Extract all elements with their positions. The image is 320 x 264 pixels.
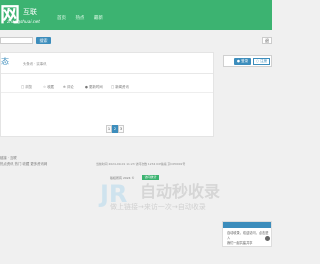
main-nav: 首页 热点 最新 (57, 15, 111, 21)
popup-header (223, 222, 271, 228)
auth-box: ● 登录 ○ 注册 (223, 55, 272, 67)
watermark-slogan: 做上链接→来访一次→自动收录 (110, 203, 206, 211)
meta-row: □ 浏览 ☆ 收藏 ⊕ 评论 ● 更新时间 □ 新闻资讯 (1, 84, 213, 90)
watermark: JR 自动秒收录 做上链接→来访一次→自动收录 (100, 180, 260, 220)
nav-item-home[interactable]: 首页 (57, 16, 66, 21)
meta-favorites[interactable]: ☆ 收藏 (43, 84, 54, 89)
panel-title: 态 (1, 57, 9, 66)
nav-item-hot[interactable]: 热点 (75, 16, 84, 21)
close-icon[interactable] (265, 236, 270, 241)
footer-links[interactable]: 热点资讯 热门 收藏 更多资讯网 (0, 161, 47, 166)
footer-meta: 当前时间 2024-09-01 11:23 访问次数 1234 ICP备案 京I… (96, 162, 186, 166)
meta-news[interactable]: □ 新闻资讯 (111, 84, 129, 89)
logout-button[interactable]: 退 (262, 37, 272, 44)
meta-updated[interactable]: ● 更新时间 (85, 84, 103, 89)
search-input[interactable] (0, 37, 33, 44)
divider (1, 73, 213, 74)
page-button[interactable]: 3 (118, 125, 124, 133)
content-panel: 态 头条讯 · 实事讯 □ 浏览 ☆ 收藏 ⊕ 评论 ● 更新时间 □ 新闻资讯… (0, 52, 214, 137)
floating-popup[interactable]: 自动收录，欢迎访问，点击进入 我们一起共建共享 (222, 221, 272, 247)
site-logo[interactable]: 网 互联 zhangshuai.net (0, 0, 50, 30)
search-button[interactable]: 搜索 (36, 37, 51, 44)
watermark-title: 自动秒收录 (140, 182, 221, 201)
divider (1, 92, 213, 93)
popup-line-2: 我们一起共建共享 (227, 241, 253, 245)
site-name: 互联 (23, 8, 37, 16)
meta-comments[interactable]: ⊕ 评论 (63, 84, 74, 89)
site-domain: zhangshuai.net (7, 20, 40, 25)
panel-subtitle: 头条讯 · 实事讯 (23, 62, 47, 66)
site-header: 网 互联 zhangshuai.net 首页 热点 最新 (0, 0, 272, 30)
login-button[interactable]: ● 登录 (234, 58, 251, 65)
nav-item-latest[interactable]: 最新 (94, 16, 103, 21)
register-button[interactable]: ○ 注册 (253, 58, 270, 65)
meta-views[interactable]: □ 浏览 (21, 84, 32, 89)
pagination: 123 (106, 115, 124, 133)
search-bar: 搜索 退 (0, 36, 272, 46)
footer-links-title: 链接 · 互联 (0, 156, 17, 160)
